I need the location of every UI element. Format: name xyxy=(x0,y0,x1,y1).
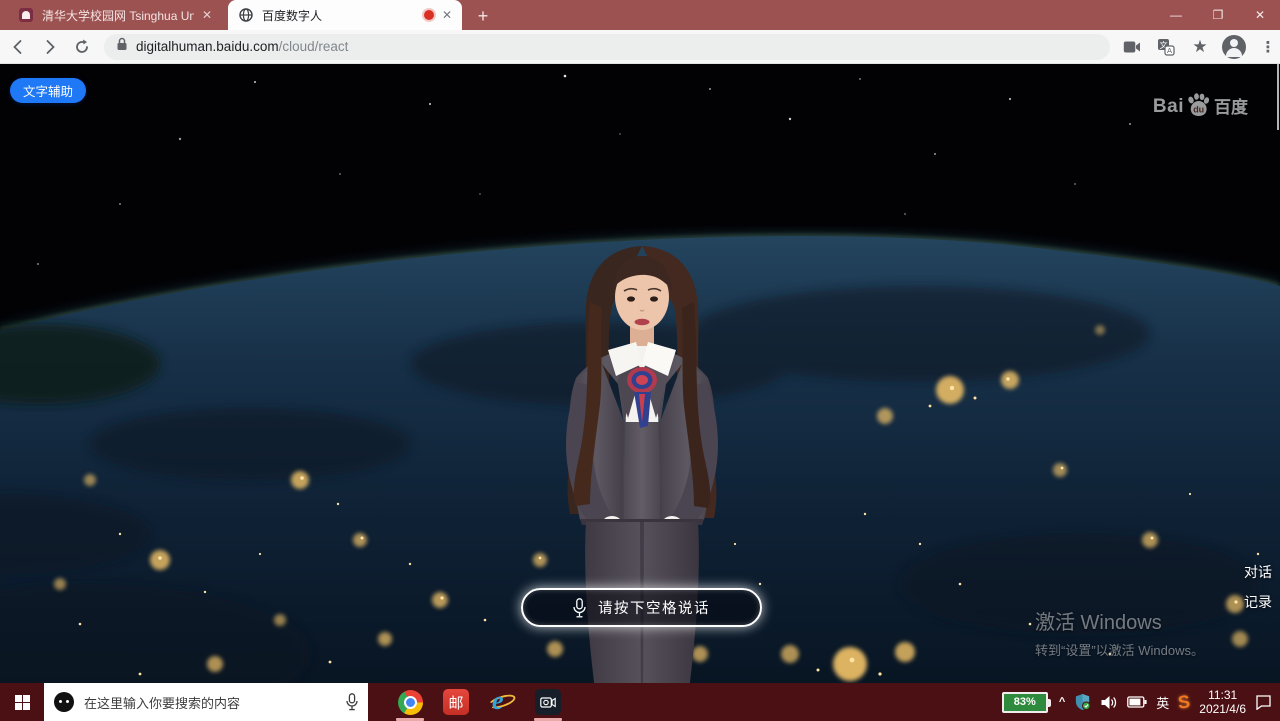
camera-app-icon xyxy=(535,689,561,715)
tray-expand-chevron-icon[interactable]: ^ xyxy=(1059,696,1065,708)
translate-icon[interactable]: 文A xyxy=(1154,35,1178,59)
chrome-icon xyxy=(398,690,423,715)
page-viewport: 文字辅助 Bai du 百度 对话 记录 请按下空 xyxy=(0,64,1280,683)
search-assistant-icon xyxy=(54,692,74,712)
tab-tsinghua[interactable]: 清华大学校园网 Tsinghua Univ ✕ xyxy=(8,0,222,30)
record-tab[interactable]: 记录 xyxy=(1244,592,1272,612)
browser-tab-strip: 清华大学校园网 Tsinghua Univ ✕ 百度数字人 ✕ + — ❐ ✕ xyxy=(0,0,1280,30)
battery-percentage-widget[interactable]: 83% xyxy=(1002,692,1048,713)
forward-button[interactable] xyxy=(36,33,64,61)
windows-activation-watermark: 激活 Windows 转到“设置”以激活 Windows。 xyxy=(1035,606,1204,659)
tab-title: 百度数字人 xyxy=(262,7,416,24)
window-restore-button[interactable]: ❐ xyxy=(1198,0,1238,30)
windows-taskbar: 在这里输入你要搜索的内容 邮 e 83% ^ xyxy=(0,683,1280,721)
recording-indicator-icon xyxy=(424,10,434,20)
profile-avatar-icon[interactable] xyxy=(1222,35,1246,59)
screen: 清华大学校园网 Tsinghua Univ ✕ 百度数字人 ✕ + — ❐ ✕ xyxy=(0,0,1280,721)
svg-text:A: A xyxy=(1167,46,1172,55)
defender-shield-icon[interactable] xyxy=(1074,693,1091,711)
activation-subtitle: 转到“设置”以激活 Windows。 xyxy=(1035,640,1204,659)
camera-access-icon[interactable] xyxy=(1120,35,1144,59)
tab-baidu-digital-human[interactable]: 百度数字人 ✕ xyxy=(228,0,462,30)
windows-logo-icon xyxy=(15,695,30,710)
baidu-logo-cn: 百度 xyxy=(1214,93,1248,118)
push-to-talk-label: 请按下空格说话 xyxy=(598,597,710,618)
window-close-button[interactable]: ✕ xyxy=(1240,0,1280,30)
side-panel-edge xyxy=(1277,64,1279,130)
baidu-paw-icon: du xyxy=(1185,92,1211,118)
window-minimize-button[interactable]: — xyxy=(1156,0,1196,30)
search-placeholder: 在这里输入你要搜索的内容 xyxy=(84,693,336,712)
reload-button[interactable] xyxy=(68,33,96,61)
start-button[interactable] xyxy=(0,683,44,721)
internet-explorer-icon: e xyxy=(489,689,515,715)
battery-status-icon[interactable] xyxy=(1127,696,1147,708)
baidu-watermark: Bai du 百度 xyxy=(1153,92,1248,118)
search-mic-icon[interactable] xyxy=(346,693,358,711)
activation-title: 激活 Windows xyxy=(1035,606,1204,635)
new-tab-button[interactable]: + xyxy=(470,3,496,29)
input-language-indicator[interactable]: 英 xyxy=(1156,693,1169,712)
text-assist-button[interactable]: 文字辅助 xyxy=(10,78,86,103)
push-to-talk-button[interactable]: 请按下空格说话 xyxy=(521,588,762,627)
lock-icon xyxy=(116,37,128,56)
system-tray: 83% ^ xyxy=(1002,683,1280,721)
taskbar-clock[interactable]: 11:31 2021/4/6 xyxy=(1199,688,1246,716)
tab-close-icon[interactable]: ✕ xyxy=(202,8,212,22)
side-panel-tabs: 对话 记录 xyxy=(1244,562,1272,612)
baidu-logo-text: Bai xyxy=(1153,96,1184,118)
taskbar-chrome-button[interactable] xyxy=(388,683,432,721)
tab-title: 清华大学校园网 Tsinghua Univ xyxy=(42,7,194,24)
globe-favicon-icon xyxy=(238,7,254,23)
address-bar[interactable]: digitalhuman.baidu.com/cloud/react xyxy=(104,34,1110,60)
taskbar-search-box[interactable]: 在这里输入你要搜索的内容 xyxy=(44,683,368,721)
action-center-icon[interactable] xyxy=(1255,694,1272,710)
taskbar-camera-button[interactable] xyxy=(526,683,570,721)
clock-date: 2021/4/6 xyxy=(1199,702,1246,716)
clock-time: 11:31 xyxy=(1199,688,1246,702)
taskbar-ie-button[interactable]: e xyxy=(480,683,524,721)
sogou-input-icon[interactable]: S xyxy=(1177,691,1191,713)
mail-app-icon: 邮 xyxy=(443,689,469,715)
bookmark-star-icon[interactable]: ★ xyxy=(1188,35,1212,59)
browser-menu-icon[interactable]: ⋮ xyxy=(1256,35,1280,59)
tab-close-icon[interactable]: ✕ xyxy=(442,8,452,22)
volume-icon[interactable] xyxy=(1100,695,1118,710)
back-button[interactable] xyxy=(4,33,32,61)
tsinghua-favicon-icon xyxy=(18,7,34,23)
url-text: digitalhuman.baidu.com/cloud/react xyxy=(136,39,348,54)
browser-toolbar: digitalhuman.baidu.com/cloud/react 文A ★ … xyxy=(0,30,1280,64)
dialog-tab[interactable]: 对话 xyxy=(1244,562,1272,582)
microphone-icon xyxy=(573,598,586,618)
taskbar-mail-button[interactable]: 邮 xyxy=(434,683,478,721)
svg-text:du: du xyxy=(1193,105,1204,115)
